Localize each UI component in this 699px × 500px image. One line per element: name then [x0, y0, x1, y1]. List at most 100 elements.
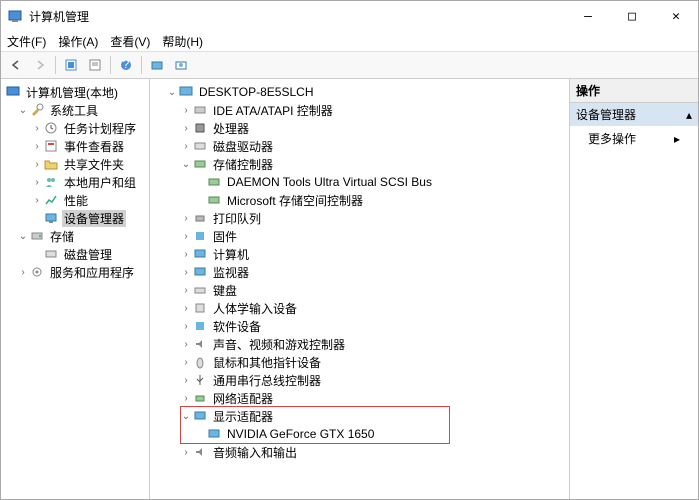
device-gpu[interactable]: NVIDIA GeForce GTX 1650: [150, 425, 569, 443]
chevron-down-icon: ⌄: [17, 105, 29, 116]
chevron-right-icon: ›: [180, 249, 192, 260]
device-sound[interactable]: ›声音、视频和游戏控制器: [150, 335, 569, 353]
tree-task-scheduler[interactable]: ›任务计划程序: [1, 119, 149, 137]
chevron-right-icon: ▸: [674, 132, 680, 146]
chevron-right-icon: ›: [180, 357, 192, 368]
device-monitors[interactable]: ›监视器: [150, 263, 569, 281]
pc-icon: [178, 84, 194, 100]
mouse-icon: [192, 354, 208, 370]
window-title: 计算机管理: [29, 8, 566, 25]
device-computer[interactable]: ⌄DESKTOP-8E5SLCH: [150, 83, 569, 101]
tree-root[interactable]: 计算机管理(本地): [1, 83, 149, 101]
tree-disk-mgmt[interactable]: 磁盘管理: [1, 245, 149, 263]
tree-performance[interactable]: ›性能: [1, 191, 149, 209]
device-storage-ctrl[interactable]: ⌄存储控制器: [150, 155, 569, 173]
left-panel: 计算机管理(本地) ⌄系统工具 ›任务计划程序 ›事件查看器 ›共享文件夹 ›本…: [1, 79, 150, 499]
audio-icon: [192, 444, 208, 460]
chevron-right-icon: ›: [180, 303, 192, 314]
device-icon: [43, 210, 59, 226]
device-network[interactable]: ›网络适配器: [150, 389, 569, 407]
chevron-right-icon: ›: [31, 123, 43, 134]
monitor-icon: [192, 264, 208, 280]
device-display[interactable]: ⌄显示适配器: [150, 407, 569, 425]
help-button[interactable]: ?: [115, 54, 137, 76]
middle-panel: ⌄DESKTOP-8E5SLCH ›IDE ATA/ATAPI 控制器 ›处理器…: [150, 79, 570, 499]
tools-icon: [29, 102, 45, 118]
show-button[interactable]: [170, 54, 192, 76]
tree-services[interactable]: ›服务和应用程序: [1, 263, 149, 281]
clock-icon: [43, 120, 59, 136]
device-ms-storage[interactable]: Microsoft 存储空间控制器: [150, 191, 569, 209]
device-usb[interactable]: ›通用串行总线控制器: [150, 371, 569, 389]
device-ide[interactable]: ›IDE ATA/ATAPI 控制器: [150, 101, 569, 119]
device-disk-drives[interactable]: ›磁盘驱动器: [150, 137, 569, 155]
device-software[interactable]: ›软件设备: [150, 317, 569, 335]
display-icon: [192, 408, 208, 424]
maximize-button[interactable]: □: [610, 1, 654, 31]
drive-icon: [192, 138, 208, 154]
chevron-down-icon: ⌄: [17, 231, 29, 242]
close-button[interactable]: ✕: [654, 1, 698, 31]
device-audio[interactable]: ›音频输入和输出: [150, 443, 569, 461]
device-computers[interactable]: ›计算机: [150, 245, 569, 263]
chevron-right-icon: ›: [180, 141, 192, 152]
properties-button[interactable]: [84, 54, 106, 76]
forward-button[interactable]: [29, 54, 51, 76]
chevron-right-icon: ›: [180, 339, 192, 350]
device-cpu[interactable]: ›处理器: [150, 119, 569, 137]
storage-icon: [29, 228, 45, 244]
back-button[interactable]: [5, 54, 27, 76]
actions-section[interactable]: 设备管理器▴: [570, 103, 698, 126]
menu-bar: 文件(F) 操作(A) 查看(V) 帮助(H): [1, 31, 698, 51]
sound-icon: [192, 336, 208, 352]
tree-local-users[interactable]: ›本地用户和组: [1, 173, 149, 191]
hid-icon: [192, 300, 208, 316]
ide-icon: [192, 102, 208, 118]
chevron-down-icon: ⌄: [180, 159, 192, 170]
chevron-right-icon: ›: [180, 375, 192, 386]
minimize-button[interactable]: —: [566, 1, 610, 31]
chevron-right-icon: ›: [180, 285, 192, 296]
keyboard-icon: [192, 282, 208, 298]
firmware-icon: [192, 228, 208, 244]
chevron-down-icon: ⌄: [166, 87, 178, 98]
svg-text:?: ?: [123, 58, 130, 71]
storage-ctrl-icon: [192, 156, 208, 172]
main-area: 计算机管理(本地) ⌄系统工具 ›任务计划程序 ›事件查看器 ›共享文件夹 ›本…: [1, 79, 698, 499]
disk-icon: [43, 246, 59, 262]
menu-action[interactable]: 操作(A): [58, 33, 98, 50]
menu-view[interactable]: 查看(V): [110, 33, 150, 50]
services-icon: [29, 264, 45, 280]
chevron-right-icon: ›: [180, 213, 192, 224]
cpu-icon: [192, 120, 208, 136]
chevron-right-icon: ›: [31, 177, 43, 188]
device-firmware[interactable]: ›固件: [150, 227, 569, 245]
chevron-right-icon: ›: [180, 267, 192, 278]
menu-help[interactable]: 帮助(H): [162, 33, 203, 50]
tree-event-viewer[interactable]: ›事件查看器: [1, 137, 149, 155]
device-daemon[interactable]: DAEMON Tools Ultra Virtual SCSI Bus: [150, 173, 569, 191]
tree-storage[interactable]: ⌄存储: [1, 227, 149, 245]
device-mice[interactable]: ›鼠标和其他指针设备: [150, 353, 569, 371]
menu-file[interactable]: 文件(F): [7, 33, 46, 50]
scsi-icon: [206, 192, 222, 208]
device-print[interactable]: ›打印队列: [150, 209, 569, 227]
computer-icon: [5, 84, 21, 100]
device-keyboards[interactable]: ›键盘: [150, 281, 569, 299]
chevron-right-icon: ›: [31, 195, 43, 206]
computer-icon: [192, 246, 208, 262]
folder-icon: [43, 156, 59, 172]
chevron-right-icon: ›: [31, 141, 43, 152]
actions-more[interactable]: 更多操作▸: [570, 126, 698, 151]
device-hid[interactable]: ›人体学输入设备: [150, 299, 569, 317]
chevron-right-icon: ›: [31, 159, 43, 170]
chevron-down-icon: ⌄: [180, 411, 192, 422]
up-button[interactable]: [60, 54, 82, 76]
tree-device-manager[interactable]: 设备管理器: [1, 209, 149, 227]
tree-system-tools[interactable]: ⌄系统工具: [1, 101, 149, 119]
printer-icon: [192, 210, 208, 226]
chevron-right-icon: ›: [180, 321, 192, 332]
tree-shared-folders[interactable]: ›共享文件夹: [1, 155, 149, 173]
collapse-icon: ▴: [686, 108, 692, 122]
view-button[interactable]: [146, 54, 168, 76]
